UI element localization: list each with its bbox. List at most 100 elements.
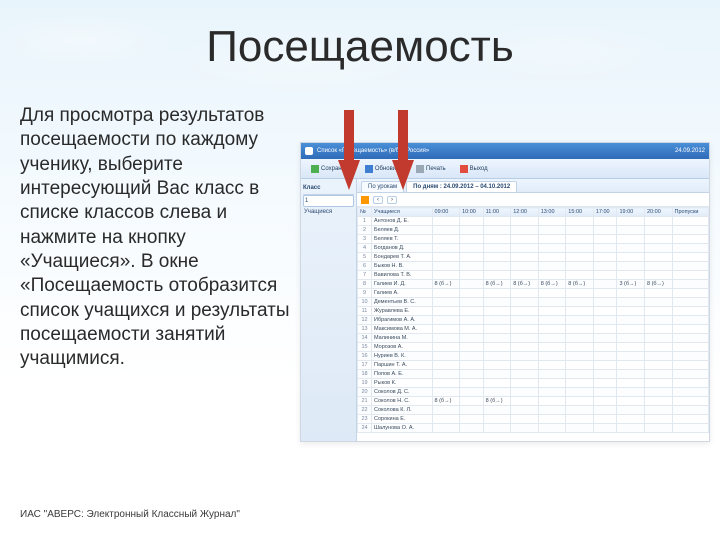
attendance-cell[interactable] bbox=[672, 280, 708, 289]
attendance-cell[interactable] bbox=[617, 370, 645, 379]
attendance-cell[interactable] bbox=[566, 343, 594, 352]
table-row[interactable]: 19Рыков К. bbox=[358, 379, 709, 388]
attendance-cell[interactable]: 3 (б→) bbox=[617, 280, 645, 289]
attendance-cell[interactable] bbox=[432, 235, 460, 244]
attendance-cell[interactable] bbox=[538, 424, 566, 433]
attendance-cell[interactable] bbox=[617, 352, 645, 361]
attendance-cell[interactable] bbox=[593, 307, 617, 316]
attendance-cell[interactable] bbox=[593, 370, 617, 379]
attendance-cell[interactable] bbox=[432, 343, 460, 352]
attendance-cell[interactable] bbox=[432, 334, 460, 343]
tab-by-period[interactable]: По дням : 24.09.2012 – 04.10.2012 bbox=[406, 181, 517, 192]
attendance-cell[interactable] bbox=[538, 253, 566, 262]
table-row[interactable]: 23Сорокина Е. bbox=[358, 415, 709, 424]
table-row[interactable]: 1Антонов Д. Е. bbox=[358, 217, 709, 226]
attendance-cell[interactable] bbox=[460, 397, 484, 406]
attendance-cell[interactable] bbox=[593, 379, 617, 388]
attendance-cell[interactable] bbox=[672, 325, 708, 334]
attendance-cell[interactable] bbox=[672, 253, 708, 262]
attendance-cell[interactable] bbox=[538, 235, 566, 244]
attendance-cell[interactable] bbox=[672, 316, 708, 325]
attendance-cell[interactable] bbox=[511, 271, 539, 280]
attendance-cell[interactable] bbox=[644, 271, 672, 280]
table-row[interactable]: 24Шалунова О. А. bbox=[358, 424, 709, 433]
attendance-cell[interactable] bbox=[538, 298, 566, 307]
attendance-cell[interactable] bbox=[511, 343, 539, 352]
attendance-cell[interactable] bbox=[672, 424, 708, 433]
attendance-cell[interactable] bbox=[511, 325, 539, 334]
attendance-cell[interactable] bbox=[672, 217, 708, 226]
attendance-cell[interactable] bbox=[593, 253, 617, 262]
attendance-cell[interactable] bbox=[566, 388, 594, 397]
attendance-cell[interactable] bbox=[460, 361, 484, 370]
attendance-cell[interactable] bbox=[511, 379, 539, 388]
table-row[interactable]: 14Малинина М. bbox=[358, 334, 709, 343]
attendance-cell[interactable] bbox=[566, 370, 594, 379]
attendance-cell[interactable] bbox=[460, 244, 484, 253]
attendance-cell[interactable] bbox=[432, 379, 460, 388]
attendance-cell[interactable] bbox=[566, 271, 594, 280]
attendance-cell[interactable] bbox=[644, 235, 672, 244]
attendance-cell[interactable] bbox=[432, 271, 460, 280]
attendance-cell[interactable] bbox=[460, 271, 484, 280]
attendance-cell[interactable] bbox=[460, 343, 484, 352]
attendance-cell[interactable] bbox=[644, 253, 672, 262]
attendance-cell[interactable] bbox=[566, 289, 594, 298]
attendance-cell[interactable] bbox=[644, 289, 672, 298]
attendance-cell[interactable] bbox=[460, 388, 484, 397]
attendance-cell[interactable] bbox=[460, 217, 484, 226]
attendance-cell[interactable] bbox=[593, 325, 617, 334]
attendance-cell[interactable] bbox=[593, 217, 617, 226]
attendance-cell[interactable]: 8 (б→) bbox=[644, 280, 672, 289]
attendance-cell[interactable] bbox=[538, 217, 566, 226]
attendance-cell[interactable] bbox=[538, 289, 566, 298]
attendance-cell[interactable] bbox=[672, 406, 708, 415]
attendance-cell[interactable] bbox=[483, 406, 511, 415]
attendance-cell[interactable] bbox=[644, 415, 672, 424]
attendance-cell[interactable] bbox=[460, 316, 484, 325]
attendance-cell[interactable] bbox=[483, 235, 511, 244]
attendance-cell[interactable] bbox=[617, 397, 645, 406]
attendance-cell[interactable] bbox=[460, 424, 484, 433]
attendance-cell[interactable] bbox=[538, 244, 566, 253]
attendance-cell[interactable] bbox=[538, 316, 566, 325]
attendance-cell[interactable] bbox=[432, 253, 460, 262]
attendance-cell[interactable] bbox=[593, 424, 617, 433]
attendance-cell[interactable] bbox=[617, 235, 645, 244]
attendance-cell[interactable] bbox=[672, 397, 708, 406]
attendance-cell[interactable] bbox=[617, 424, 645, 433]
attendance-cell[interactable] bbox=[644, 226, 672, 235]
attendance-cell[interactable] bbox=[566, 415, 594, 424]
attendance-cell[interactable] bbox=[460, 352, 484, 361]
attendance-cell[interactable] bbox=[644, 361, 672, 370]
attendance-cell[interactable] bbox=[593, 298, 617, 307]
attendance-cell[interactable] bbox=[432, 424, 460, 433]
attendance-cell[interactable] bbox=[460, 325, 484, 334]
attendance-cell[interactable] bbox=[460, 379, 484, 388]
attendance-cell[interactable] bbox=[483, 343, 511, 352]
attendance-cell[interactable] bbox=[672, 379, 708, 388]
attendance-cell[interactable] bbox=[511, 226, 539, 235]
attendance-cell[interactable] bbox=[538, 262, 566, 271]
attendance-cell[interactable] bbox=[672, 262, 708, 271]
attendance-cell[interactable] bbox=[644, 316, 672, 325]
attendance-cell[interactable] bbox=[593, 226, 617, 235]
table-row[interactable]: 10Дементьев В. С. bbox=[358, 298, 709, 307]
attendance-cell[interactable] bbox=[460, 415, 484, 424]
attendance-cell[interactable] bbox=[593, 271, 617, 280]
attendance-cell[interactable] bbox=[511, 361, 539, 370]
attendance-cell[interactable] bbox=[511, 235, 539, 244]
attendance-cell[interactable] bbox=[511, 244, 539, 253]
attendance-cell[interactable] bbox=[460, 235, 484, 244]
attendance-cell[interactable]: 8 (б→) bbox=[483, 280, 511, 289]
attendance-cell[interactable] bbox=[566, 298, 594, 307]
attendance-cell[interactable] bbox=[511, 397, 539, 406]
attendance-cell[interactable] bbox=[672, 343, 708, 352]
attendance-cell[interactable] bbox=[511, 424, 539, 433]
attendance-cell[interactable] bbox=[617, 271, 645, 280]
attendance-cell[interactable] bbox=[432, 352, 460, 361]
attendance-cell[interactable] bbox=[538, 370, 566, 379]
attendance-cell[interactable] bbox=[483, 352, 511, 361]
attendance-cell[interactable] bbox=[593, 361, 617, 370]
attendance-cell[interactable] bbox=[617, 226, 645, 235]
